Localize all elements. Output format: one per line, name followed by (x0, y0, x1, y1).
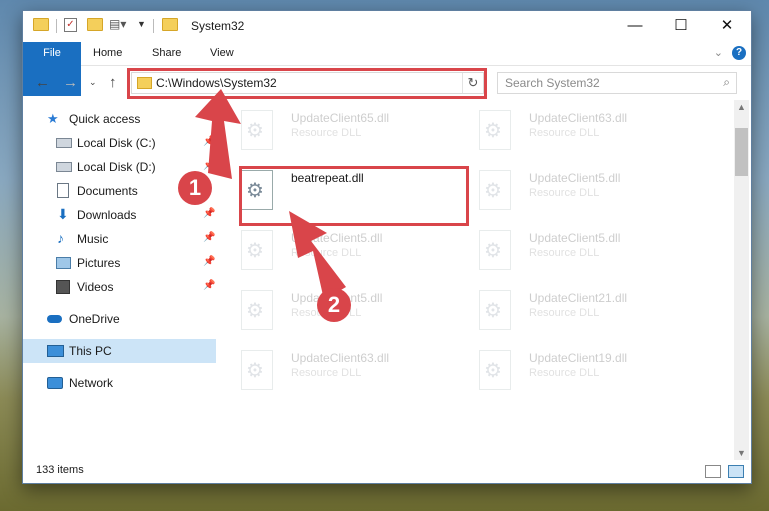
step-1-badge: 1 (178, 171, 212, 205)
step-2-badge: 2 (317, 288, 351, 322)
arrow-to-address-bar (195, 89, 241, 179)
annotation-arrows (195, 89, 346, 300)
arrow-to-file (289, 211, 346, 300)
file-explorer-window: ✓ ▤▾ ▼ System32 — ☐ ✕ File Home Share Vi… (22, 10, 752, 484)
